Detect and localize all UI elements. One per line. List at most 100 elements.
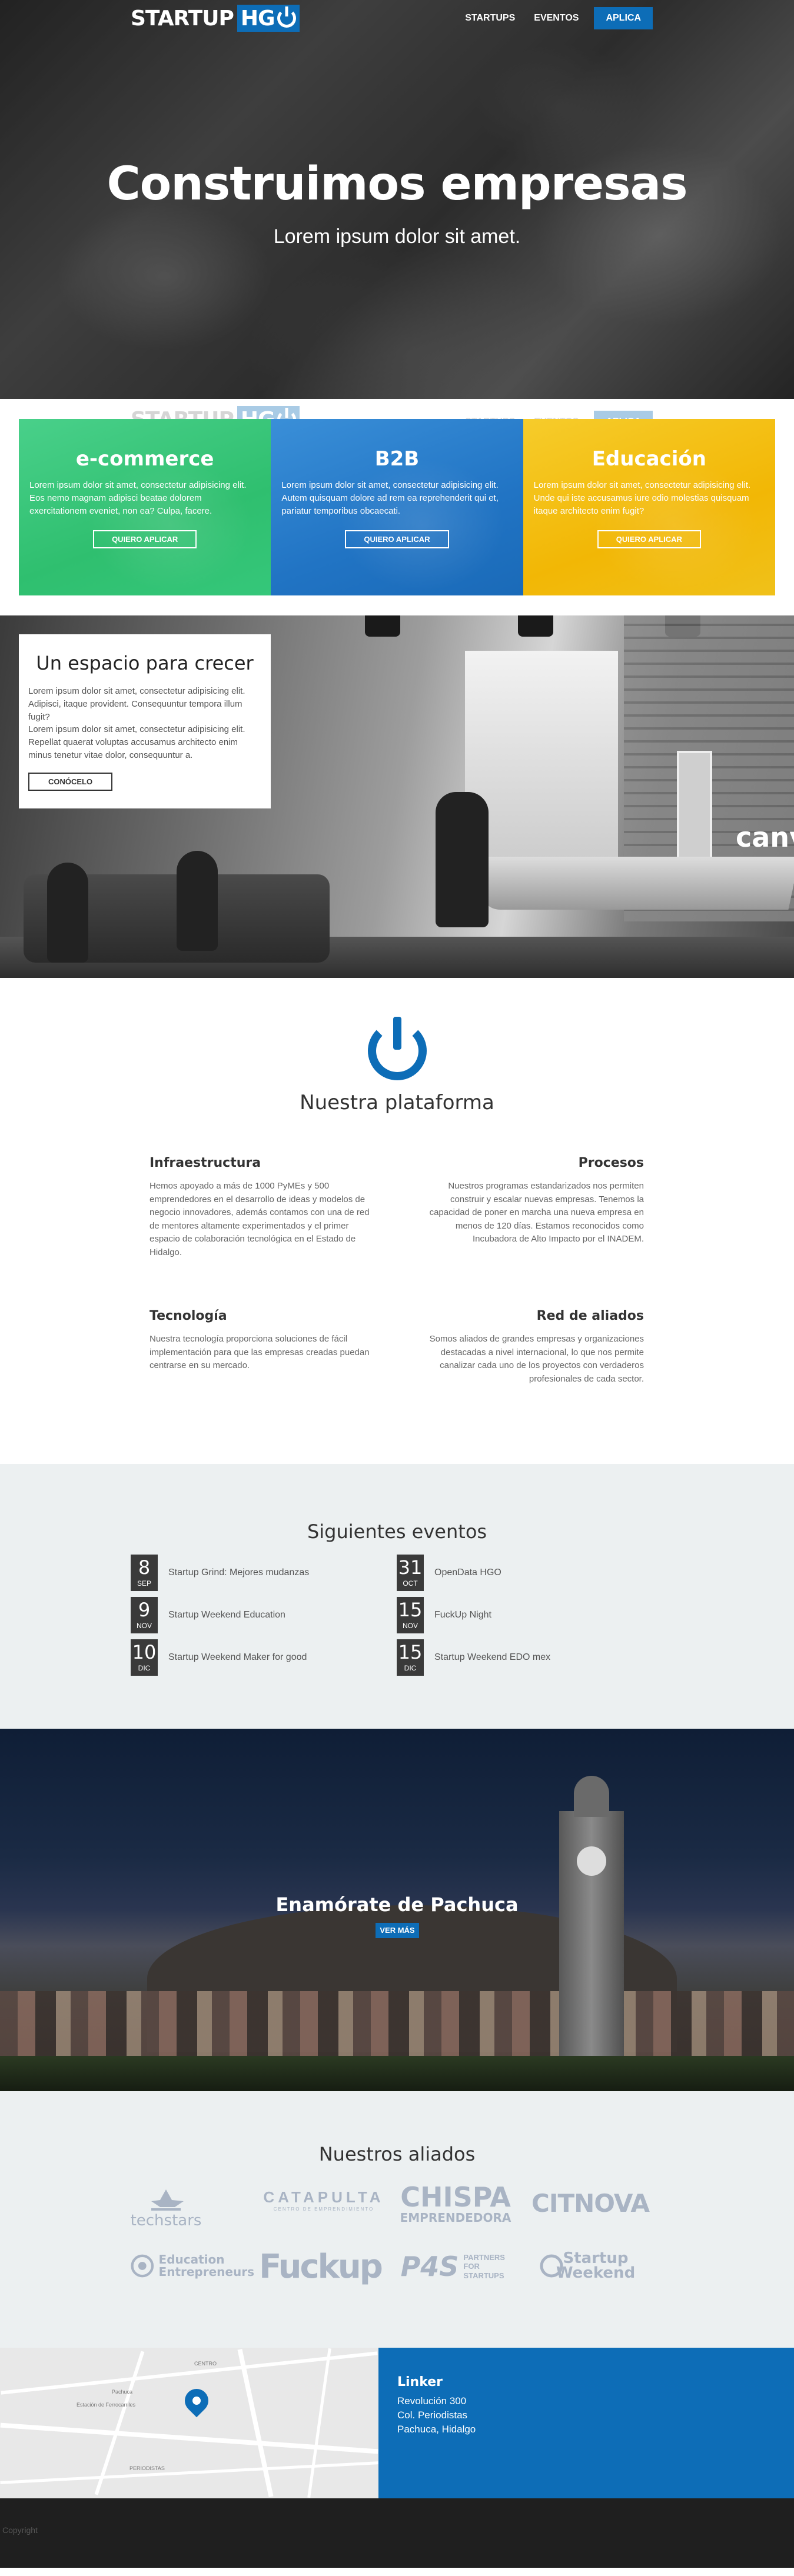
feature-red-de-aliados: Red de aliados Somos aliados de grandes …: [413, 1309, 644, 1386]
eventos-title: Siguientes eventos: [307, 1520, 487, 1543]
aliados-title: Nuestros aliados: [318, 2143, 476, 2165]
feature-text: Hemos apoyado a más de 1000 PyMEs y 500 …: [150, 1181, 370, 1257]
ver-mas-button[interactable]: VER MÁS: [376, 1923, 419, 1938]
apply-button[interactable]: QUIERO APLICAR: [597, 530, 701, 549]
map-label: Pachuca: [112, 2389, 133, 2395]
wall-sign: canv: [736, 821, 794, 853]
person: [436, 792, 489, 927]
feature-tecnologia: Tecnología Nuestra tecnología proporcion…: [150, 1309, 380, 1373]
copyright: Copyright: [2, 2525, 38, 2535]
event-item[interactable]: 15 NOV FuckUp Night: [397, 1597, 491, 1633]
location-map[interactable]: CENTRO PERIODISTAS Pachuca Estación de F…: [0, 2348, 378, 2498]
event-title: Startup Weekend EDO mex: [434, 1652, 551, 1662]
map-road: [0, 2461, 378, 2484]
hero-title: Construimos empresas: [107, 158, 687, 211]
feature-title: Red de aliados: [536, 1309, 644, 1323]
event-title: Startup Grind: Mejores mudanzas: [168, 1567, 310, 1577]
ally-fuckup[interactable]: Fuckup: [259, 2243, 383, 2290]
hero-section: STARTUP HG STARTUPS EVENTOS APLICA Const…: [0, 0, 794, 399]
person: [47, 863, 88, 963]
event-title: Startup Weekend Education: [168, 1610, 285, 1620]
event-date: 31 OCT: [397, 1555, 424, 1591]
map-road: [1, 2351, 378, 2395]
category-title: B2B: [374, 447, 420, 471]
brand-logo[interactable]: STARTUP HG: [131, 5, 300, 32]
feature-text: Nuestros programas estandarizados nos pe…: [429, 1181, 644, 1244]
event-item[interactable]: 9 NOV Startup Weekend Education: [131, 1597, 285, 1633]
map-road: [237, 2348, 274, 2498]
event-item[interactable]: 15 DIC Startup Weekend EDO mex: [397, 1639, 550, 1676]
category-b2b: B2B Lorem ipsum dolor sit amet, consecte…: [271, 419, 523, 595]
category-title: Educación: [592, 447, 706, 471]
feature-title: Procesos: [578, 1156, 644, 1170]
category-cards: e-commerce Lorem ipsum dolor sit amet, c…: [19, 419, 775, 595]
event-item[interactable]: 10 DIC Startup Weekend Maker for good: [131, 1639, 307, 1676]
event-date: 8 SEP: [131, 1555, 158, 1591]
apply-button[interactable]: QUIERO APLICAR: [93, 530, 197, 549]
event-item[interactable]: 31 OCT OpenData HGO: [397, 1555, 501, 1591]
category-text: Lorem ipsum dolor sit amet, consectetur …: [29, 480, 247, 516]
clock-icon: [577, 1846, 606, 1876]
map-label: Estación de Ferrocarriles: [77, 2402, 136, 2408]
feature-infraestructura: Infraestructura Hemos apoyado a más de 1…: [150, 1156, 380, 1259]
event-date: 15 NOV: [397, 1597, 424, 1633]
counter: [477, 857, 794, 910]
ally-startup-weekend[interactable]: Startup Weekend: [529, 2245, 646, 2287]
event-item[interactable]: 8 SEP Startup Grind: Mejores mudanzas: [131, 1555, 309, 1591]
event-date: 10 DIC: [131, 1639, 158, 1676]
techstars-icon: [151, 2189, 184, 2211]
nav-startups[interactable]: STARTUPS: [456, 8, 524, 28]
plataforma-section: Nuestra plataforma Infraestructura Hemos…: [0, 978, 794, 1464]
ally-partners-for-startups[interactable]: P4S PARTNERS FOR STARTUPS: [397, 2243, 514, 2290]
feature-title: Infraestructura: [150, 1156, 261, 1170]
map-label: PERIODISTAS: [129, 2465, 165, 2471]
footer: Copyright: [0, 2498, 794, 2568]
ally-techstars[interactable]: techstars: [131, 2185, 201, 2232]
navbar: STARTUP HG STARTUPS EVENTOS APLICA: [0, 0, 794, 36]
apply-button[interactable]: QUIERO APLICAR: [345, 530, 449, 549]
trees: [0, 2056, 794, 2091]
brand-mark: HG: [237, 5, 300, 32]
ceiling-lamp: [518, 615, 553, 637]
categories-section: STARTUP HG STARTUPS EVENTOS APLICA e-com…: [0, 399, 794, 615]
category-text: Lorem ipsum dolor sit amet, consectetur …: [533, 480, 751, 516]
nav-aplica-button[interactable]: APLICA: [594, 7, 653, 29]
category-ecommerce: e-commerce Lorem ipsum dolor sit amet, c…: [19, 419, 271, 595]
feature-text: Somos aliados de grandes empresas y orga…: [429, 1334, 644, 1384]
nav-eventos[interactable]: EVENTOS: [524, 8, 588, 28]
feature-text: Nuestra tecnología proporciona solucione…: [150, 1334, 370, 1370]
plataforma-title: Nuestra plataforma: [300, 1091, 494, 1114]
map-pin-icon[interactable]: [180, 2384, 214, 2418]
aliados-section: Nuestros aliados techstars CATAPULTA CEN…: [0, 2091, 794, 2348]
espacio-card: Un espacio para crecer Lorem ipsum dolor…: [19, 634, 271, 808]
ally-citnova[interactable]: CITNOVA: [529, 2185, 652, 2221]
event-date: 9 NOV: [131, 1597, 158, 1633]
power-icon: [277, 9, 296, 28]
category-title: e-commerce: [75, 447, 214, 471]
contact-section: CENTRO PERIODISTAS Pachuca Estación de F…: [0, 2348, 794, 2498]
pachuca-section: Enamórate de Pachuca VER MÁS: [0, 1729, 794, 2091]
ceiling-lamp: [365, 615, 400, 637]
category-educacion: Educación Lorem ipsum dolor sit amet, co…: [523, 419, 775, 595]
espacio-text: Lorem ipsum dolor sit amet, consectetur …: [28, 686, 245, 760]
ally-education-entrepreneurs[interactable]: Education Entrepreneurs: [131, 2245, 254, 2287]
conocelo-button[interactable]: CONÓCELO: [28, 772, 113, 791]
map-label: CENTRO: [194, 2361, 217, 2367]
event-title: FuckUp Night: [434, 1610, 491, 1620]
eventos-section: Siguientes eventos 8 SEP Startup Grind: M…: [0, 1464, 794, 1729]
ally-catapulta[interactable]: CATAPULTA CENTRO DE EMPRENDIMIENTO: [263, 2185, 380, 2215]
clock-tower: [559, 1776, 624, 2091]
espacio-title: Un espacio para crecer: [36, 652, 254, 674]
contact-address: Revolución 300 Col. Periodistas Pachuca,…: [397, 2395, 476, 2435]
power-icon: [368, 1021, 427, 1080]
contact-info: Linker Revolución 300 Col. Periodistas P…: [378, 2348, 794, 2498]
ally-chispa[interactable]: CHISPA EMPRENDEDORA: [397, 2181, 514, 2228]
brand-word: STARTUP: [131, 6, 234, 31]
education-icon: [131, 2254, 154, 2278]
contact-name: Linker: [397, 2375, 443, 2389]
event-title: Startup Weekend Maker for good: [168, 1652, 307, 1662]
category-text: Lorem ipsum dolor sit amet, consectetur …: [281, 480, 499, 516]
feature-procesos: Procesos Nuestros programas estandarizad…: [413, 1156, 644, 1246]
hero-subtitle: Lorem ipsum dolor sit amet.: [273, 225, 521, 248]
map-road: [0, 2422, 378, 2454]
